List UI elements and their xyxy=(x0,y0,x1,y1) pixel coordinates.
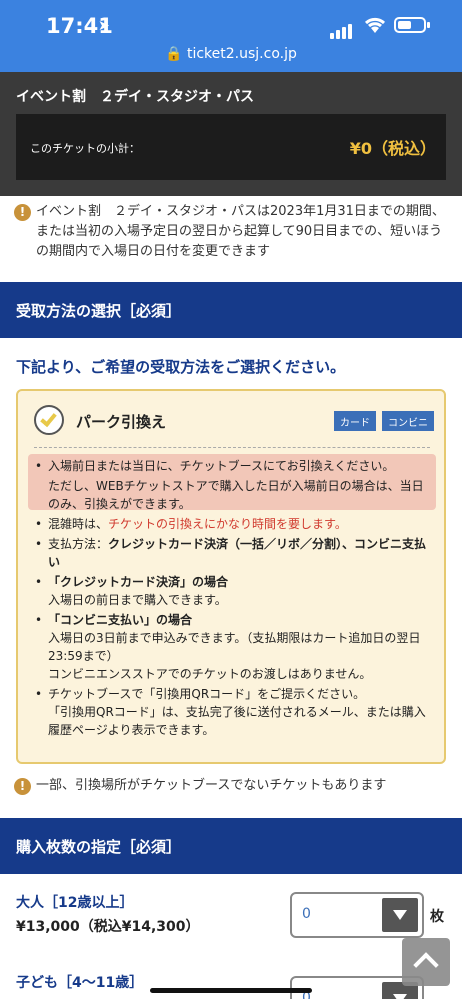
option-title: パーク引換え xyxy=(76,413,167,431)
receipt-instruction: 下記より、ご希望の受取方法をご選択ください。 xyxy=(16,358,346,376)
info-icon: ! xyxy=(14,204,31,221)
park-exchange-option[interactable]: パーク引換え カード コンビニ • 入場前日または当日に、チケットブースにてお引換… xyxy=(16,389,446,764)
list-item: • チケットブースで「引換用QRコード」をご提示ください。 「引換用QRコード」は、… xyxy=(35,687,426,737)
receipt-section-header: 受取方法の選択［必須］ xyxy=(0,282,462,338)
convenience-store-tag: コンビニ xyxy=(382,411,434,431)
subtotal-box: このチケットの小計： ¥0（税込） xyxy=(16,114,446,180)
address-bar[interactable]: 🔒 ticket2.usj.co.jp xyxy=(0,46,462,62)
list-item: • 支払方法：クレジットカード決済（一括／リボ／分割）、コンビニ支払い xyxy=(35,537,427,569)
note-text: 一部、引換場所がチケットブースでないチケットもあります xyxy=(36,778,387,793)
battery-icon xyxy=(394,17,430,33)
wifi-icon xyxy=(364,16,386,38)
checkmark-icon[interactable] xyxy=(34,405,64,435)
list-item: • 「コンビニ支払い」の場合 入場日の3日前まで申込みできます。（支払期限はカート追… xyxy=(35,613,421,681)
status-bar: 17:41 ➤ 🔒 ticket2.usj.co.jp xyxy=(0,0,462,72)
lock-icon: 🔒 xyxy=(165,46,183,62)
unit-label: 枚 xyxy=(430,909,444,925)
location-arrow-icon: ➤ xyxy=(98,18,110,34)
ticket-title: イベント割 ２デイ・スタジオ・パス xyxy=(16,89,254,105)
divider xyxy=(34,447,430,448)
cellular-signal-icon xyxy=(330,20,354,39)
card-tag: カード xyxy=(334,411,376,431)
list-item: • 「クレジットカード決済」の場合 入場日の前日まで購入できます。 xyxy=(35,575,229,607)
info-icon: ! xyxy=(14,778,31,795)
ticket-summary: イベント割 ２デイ・スタジオ・パス このチケットの小計： ¥0（税込） xyxy=(0,72,462,196)
url-text: ticket2.usj.co.jp xyxy=(186,46,297,62)
chevron-up-icon xyxy=(413,952,439,978)
quantity-section-header: 購入枚数の指定［必須］ xyxy=(0,818,462,874)
adult-quantity-row: 大人［12歳以上］ ¥13,000（税込¥14,300） 0 枚 xyxy=(16,892,446,938)
validity-notice: ! イベント割 ２デイ・スタジオ・パスは2023年1月31日までの期間、または当… xyxy=(14,202,448,262)
home-indicator[interactable] xyxy=(150,988,312,993)
exchange-location-note: ! 一部、引換場所がチケットブースでないチケットもあります xyxy=(14,776,448,796)
list-item: ただし、WEBチケットストアで購入した日が入場前日の場合は、当日のみ、引換えがで… xyxy=(48,479,424,511)
list-item: • 混雑時は、チケットの引換えにかなり時間を要します。 xyxy=(35,517,347,531)
adult-quantity-value: 0 xyxy=(302,906,311,922)
scroll-to-top-button[interactable] xyxy=(402,938,450,986)
list-item: • 入場前日または当日に、チケットブースにてお引換えください。 xyxy=(35,459,395,473)
validity-notice-text: イベント割 ２デイ・スタジオ・パスは2023年1月31日までの期間、または当初の… xyxy=(36,204,445,259)
option-details: • 入場前日または当日に、チケットブースにてお引換えください。 ただし、WEBチケ… xyxy=(34,457,434,741)
adult-quantity-select[interactable]: 0 xyxy=(290,892,424,938)
dropdown-arrow-icon[interactable] xyxy=(382,898,418,932)
subtotal-value: ¥0（税込） xyxy=(349,139,436,158)
subtotal-label: このチケットの小計： xyxy=(30,142,140,155)
